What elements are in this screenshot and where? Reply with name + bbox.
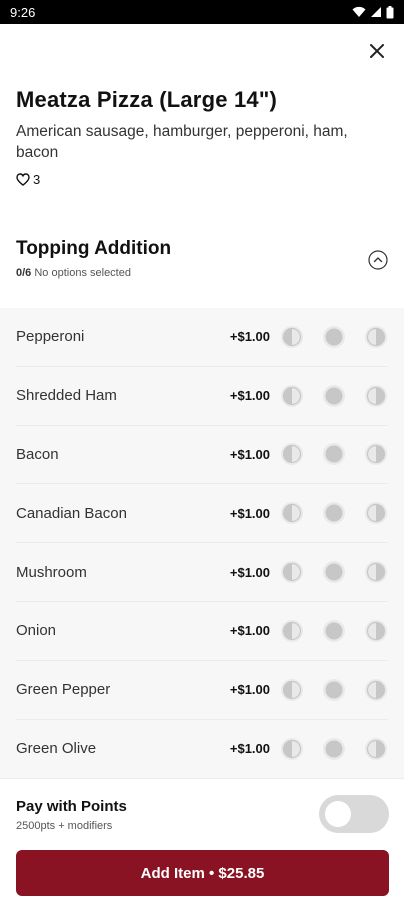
left-half-icon[interactable]	[280, 737, 304, 761]
heart-icon	[16, 173, 30, 186]
right-half-icon[interactable]	[364, 678, 388, 702]
item-description: American sausage, hamburger, pepperoni, …	[16, 123, 348, 161]
option-row: Onion +$1.00	[16, 602, 388, 661]
right-half-icon[interactable]	[364, 737, 388, 761]
option-price: +$1.00	[229, 505, 270, 521]
left-half-icon[interactable]	[280, 560, 304, 584]
left-half-icon[interactable]	[280, 501, 304, 525]
selected-count: 0/6	[16, 267, 32, 279]
toggle-knob	[325, 801, 351, 827]
wifi-icon	[352, 6, 366, 17]
portion-selector	[280, 737, 388, 761]
likes[interactable]: 3	[16, 172, 40, 187]
portion-selector	[280, 442, 388, 466]
close-icon	[370, 44, 384, 58]
status-time: 9:26	[10, 4, 36, 20]
option-price: +$1.00	[229, 564, 270, 580]
close-button[interactable]	[364, 38, 390, 64]
item-title: Meatza Pizza (Large 14")	[16, 87, 277, 112]
portion-selector	[280, 384, 388, 408]
left-half-icon[interactable]	[280, 384, 304, 408]
option-name: Shredded Ham	[16, 387, 117, 405]
option-price: +$1.00	[229, 623, 270, 639]
option-price: +$1.00	[229, 388, 270, 404]
whole-icon[interactable]	[322, 384, 346, 408]
option-name: Mushroom	[16, 563, 87, 581]
right-half-icon[interactable]	[364, 384, 388, 408]
status-text: No options selected	[34, 267, 131, 279]
add-item-button[interactable]: Add Item • $25.85	[16, 850, 389, 896]
option-row: Shredded Ham +$1.00	[16, 367, 388, 426]
option-price: +$1.00	[229, 446, 270, 462]
left-half-icon[interactable]	[280, 442, 304, 466]
right-half-icon[interactable]	[364, 560, 388, 584]
chevron-up-icon[interactable]	[368, 250, 388, 270]
likes-count: 3	[33, 172, 41, 187]
footer: Pay with Points 2500pts + modifiers Add …	[0, 778, 404, 900]
option-price: +$1.00	[229, 741, 270, 757]
section-title: Topping Addition	[16, 238, 172, 259]
option-name: Canadian Bacon	[16, 504, 127, 522]
right-half-icon[interactable]	[364, 442, 388, 466]
status-icons	[352, 5, 394, 19]
whole-icon[interactable]	[322, 678, 346, 702]
signal-icon	[371, 7, 381, 17]
option-row: Bacon +$1.00	[16, 426, 388, 485]
battery-icon	[386, 5, 394, 18]
option-row: Canadian Bacon +$1.00	[16, 484, 388, 544]
left-half-icon[interactable]	[280, 619, 304, 643]
whole-icon[interactable]	[322, 442, 346, 466]
portion-selector	[280, 619, 388, 643]
option-price: +$1.00	[229, 329, 270, 345]
portion-selector	[280, 325, 388, 349]
option-name: Pepperoni	[16, 328, 85, 346]
option-row: Green Pepper +$1.00	[16, 661, 388, 720]
topping-section-header[interactable]: Topping Addition 0/6 No options selected	[16, 238, 390, 288]
right-half-icon[interactable]	[364, 325, 388, 349]
whole-icon[interactable]	[322, 737, 346, 761]
left-half-icon[interactable]	[280, 325, 304, 349]
option-name: Green Olive	[16, 740, 97, 758]
portion-selector	[280, 678, 388, 702]
option-name: Green Pepper	[16, 681, 111, 699]
whole-icon[interactable]	[322, 501, 346, 525]
option-row: Green Olive +$1.00	[16, 720, 388, 778]
option-price: +$1.00	[229, 682, 270, 698]
whole-icon[interactable]	[322, 325, 346, 349]
pay-with-points-label: Pay with Points	[16, 798, 127, 815]
points-subtext: 2500pts + modifiers	[16, 820, 113, 832]
portion-selector	[280, 560, 388, 584]
option-name: Bacon	[16, 445, 59, 463]
options-list: Pepperoni +$1.00 Shredded Ham +$1.00 Bac…	[0, 308, 404, 778]
right-half-icon[interactable]	[364, 619, 388, 643]
whole-icon[interactable]	[322, 619, 346, 643]
right-half-icon[interactable]	[364, 501, 388, 525]
option-row: Pepperoni +$1.00	[16, 308, 388, 367]
pay-with-points-toggle[interactable]	[319, 795, 389, 833]
whole-icon[interactable]	[322, 560, 346, 584]
option-row: Mushroom +$1.00	[16, 543, 388, 602]
left-half-icon[interactable]	[280, 678, 304, 702]
option-name: Onion	[16, 622, 57, 640]
status-bar: 9:26	[0, 0, 404, 24]
portion-selector	[280, 501, 388, 525]
section-status: 0/6 No options selected	[16, 267, 390, 279]
